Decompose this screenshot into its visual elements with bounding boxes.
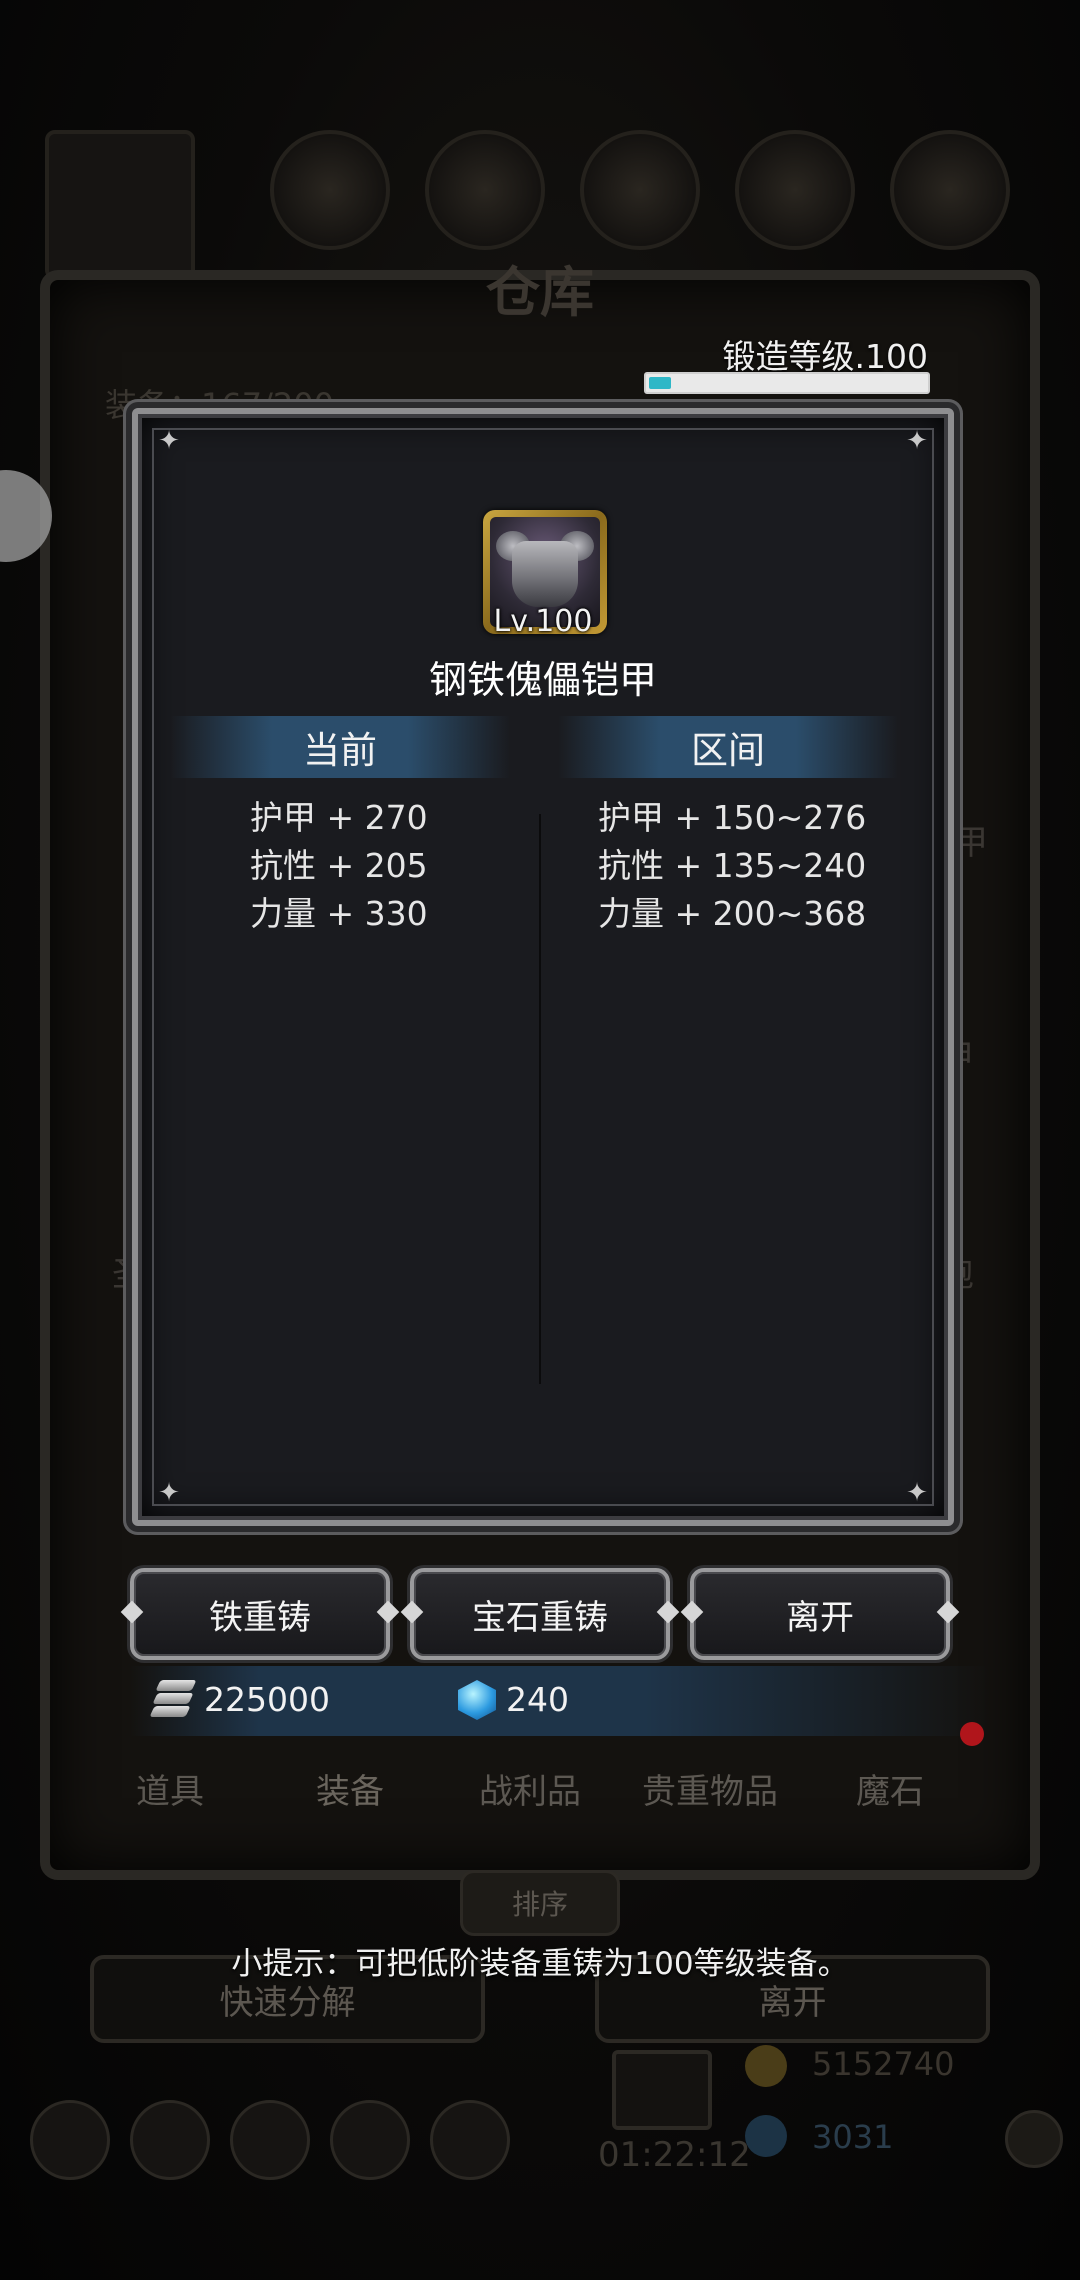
range-strength: 力量 + 200~368: [598, 894, 867, 933]
range-stats: 护甲 + 150~276 抗性 + 135~240 力量 + 200~368: [598, 794, 866, 938]
forge-progress-bar: [644, 372, 930, 394]
item-level: Lv.100: [493, 604, 593, 639]
forge-progress-fill: [649, 377, 671, 389]
top-icon-bar: [40, 130, 1040, 280]
column-divider: [539, 814, 541, 1384]
blue-gem-icon: [458, 1680, 496, 1720]
forge-level-label: 锻造等级.100: [722, 337, 928, 376]
tab-magic-stones[interactable]: 魔石: [800, 1748, 980, 1828]
footer-nav: [0, 2080, 1080, 2220]
footer-nav-icon[interactable]: [230, 2100, 310, 2180]
gold-amount: 5152740: [812, 2045, 955, 2083]
iron-amount: 225000: [204, 1680, 330, 1719]
current-stats: 护甲 + 270 抗性 + 205 力量 + 330: [250, 794, 428, 938]
category-icon-4: [735, 130, 855, 250]
corner-star-icon: ✦: [158, 1478, 180, 1508]
armor-body: [512, 541, 578, 607]
tab-equipment[interactable]: 装备: [260, 1748, 440, 1828]
tip-text: 小提示：可把低阶装备重铸为100等级装备。: [231, 1946, 849, 1982]
stat-strength: 力量 + 330: [250, 894, 428, 933]
range-resistance: 抗性 + 135~240: [598, 846, 867, 885]
warehouse-title: 仓库: [486, 261, 594, 324]
iron-reforge-button[interactable]: 铁重铸: [130, 1568, 390, 1660]
tab-valuables[interactable]: 贵重物品: [620, 1748, 800, 1828]
gem-reforge-button[interactable]: 宝石重铸: [410, 1568, 670, 1660]
category-icon-3: [580, 130, 700, 250]
gem-amount: 240: [506, 1680, 569, 1719]
category-icon-1: [270, 130, 390, 250]
notification-dot: [960, 1722, 984, 1746]
category-icon-2: [425, 130, 545, 250]
leave-button[interactable]: 离开: [690, 1568, 950, 1660]
stat-resistance: 抗性 + 205: [250, 846, 428, 885]
corner-star-icon: ✦: [158, 426, 180, 456]
footer-nav-icon[interactable]: [130, 2100, 210, 2180]
currency-row: 225000 240: [130, 1666, 990, 1736]
iron-ingot-icon: [149, 1680, 197, 1720]
tab-items[interactable]: 道具: [80, 1748, 260, 1828]
footer-nav-icon[interactable]: [30, 2100, 110, 2180]
item-name: 钢铁傀儡铠甲: [428, 658, 657, 702]
corner-star-icon: ✦: [906, 1478, 928, 1508]
current-header: 当前: [170, 716, 510, 778]
footer-nav-icon[interactable]: [430, 2100, 510, 2180]
stat-armor: 护甲 + 270: [250, 798, 428, 837]
tab-loot[interactable]: 战利品: [440, 1748, 620, 1828]
range-header: 区间: [558, 716, 898, 778]
footer-nav-icon[interactable]: [330, 2100, 410, 2180]
corner-star-icon: ✦: [906, 426, 928, 456]
category-tabs: 道具 装备 战利品 贵重物品 魔石: [80, 1748, 1000, 1828]
range-armor: 护甲 + 150~276: [598, 798, 867, 837]
reforge-dialog: ✦ ✦ ✦ ✦ Lv.100 钢铁傀儡铠甲 当前 区间 护甲 + 270 抗性 …: [132, 408, 954, 1526]
sort-button[interactable]: 排序: [460, 1870, 620, 1936]
category-icon-5: [890, 130, 1010, 250]
